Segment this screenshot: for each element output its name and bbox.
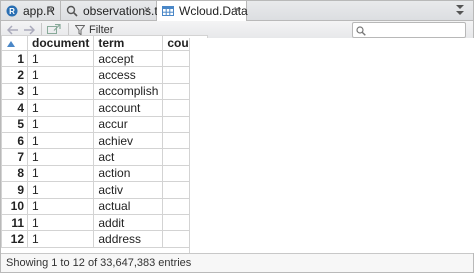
search-icon	[66, 5, 78, 17]
row-index: 9	[1, 181, 28, 199]
cell-term: accur	[93, 115, 164, 133]
row-index: 7	[1, 148, 28, 166]
search-input[interactable]	[352, 22, 466, 38]
close-icon[interactable]: ×	[234, 4, 240, 16]
cell-term: achiev	[93, 131, 164, 150]
row-index: 2	[1, 66, 28, 84]
cell-document: 1	[26, 148, 95, 166]
data-viewer-window: R app.R × observations.tf × Wcloud.Data …	[0, 0, 474, 273]
r-file-icon: R	[6, 5, 18, 17]
cell-document: 1	[26, 66, 95, 84]
tab-observations[interactable]: observations.tf ×	[61, 1, 161, 20]
cell-term: accept	[93, 49, 164, 68]
cell-document: 1	[26, 213, 95, 232]
cell-document: 1	[26, 99, 95, 117]
row-index: 4	[1, 99, 28, 117]
cell-term: activ	[93, 181, 164, 199]
cell-document: 1	[26, 49, 95, 68]
table-row: 21access1	[1, 66, 209, 84]
cell-document: 1	[26, 82, 95, 101]
table-row: 121address2	[1, 230, 209, 248]
cell-term: addit	[93, 213, 164, 232]
row-index: 1	[1, 49, 28, 68]
tab-bar: R app.R × observations.tf × Wcloud.Data …	[1, 1, 473, 21]
entries-status: Showing 1 to 12 of 33,647,383 entries	[6, 257, 192, 269]
cell-document: 1	[26, 230, 95, 248]
table-row: 71act6	[1, 148, 209, 166]
table-row: 111addit3	[1, 213, 209, 232]
sort-up-icon	[7, 37, 15, 50]
table-row: 81action4	[1, 164, 209, 183]
column-header-term[interactable]: term	[93, 35, 164, 51]
table-row: 31accomplish1	[1, 82, 209, 101]
status-bar: Showing 1 to 12 of 33,647,383 entries	[1, 253, 473, 272]
row-index: 12	[1, 230, 28, 248]
row-index: 8	[1, 164, 28, 183]
cell-document: 1	[26, 131, 95, 150]
cell-term: access	[93, 66, 164, 84]
cell-document: 1	[26, 164, 95, 183]
cell-term: action	[93, 164, 164, 183]
cell-document: 1	[26, 181, 95, 199]
svg-text:R: R	[9, 7, 15, 16]
row-index: 5	[1, 115, 28, 133]
row-index: 3	[1, 82, 28, 101]
table-icon	[162, 5, 174, 17]
table-row: 101actual1	[1, 197, 209, 215]
table-row: 11accept1	[1, 49, 209, 68]
cell-term: accomplish	[93, 82, 164, 101]
cell-document: 1	[26, 197, 95, 215]
cell-term: actual	[93, 197, 164, 215]
empty-grid-area	[189, 38, 474, 253]
close-icon[interactable]: ×	[48, 4, 54, 16]
cell-term: act	[93, 148, 164, 166]
filter-icon	[75, 24, 85, 35]
cell-document: 1	[26, 115, 95, 133]
search-icon	[356, 25, 366, 39]
tab-list-icon[interactable]	[455, 4, 465, 16]
row-index: 6	[1, 131, 28, 150]
cell-term: address	[93, 230, 164, 248]
header-row: document term count	[1, 35, 209, 51]
cell-term: account	[93, 99, 164, 117]
row-index: 11	[1, 213, 28, 232]
column-header-document[interactable]: document	[26, 35, 95, 51]
data-grid: document term count 11accept121access131…	[1, 35, 209, 248]
row-index: 10	[1, 197, 28, 215]
table-row: 61achiev1	[1, 131, 209, 150]
tab-app-r[interactable]: R app.R ×	[1, 1, 61, 20]
table-row: 51accur2	[1, 115, 209, 133]
table-row: 91activ5	[1, 181, 209, 199]
sort-column-header[interactable]	[1, 35, 28, 51]
filter-label: Filter	[89, 23, 114, 36]
close-icon[interactable]: ×	[144, 4, 150, 16]
table-row: 41account4	[1, 99, 209, 117]
tab-wcloud-data[interactable]: Wcloud.Data ×	[157, 1, 248, 21]
